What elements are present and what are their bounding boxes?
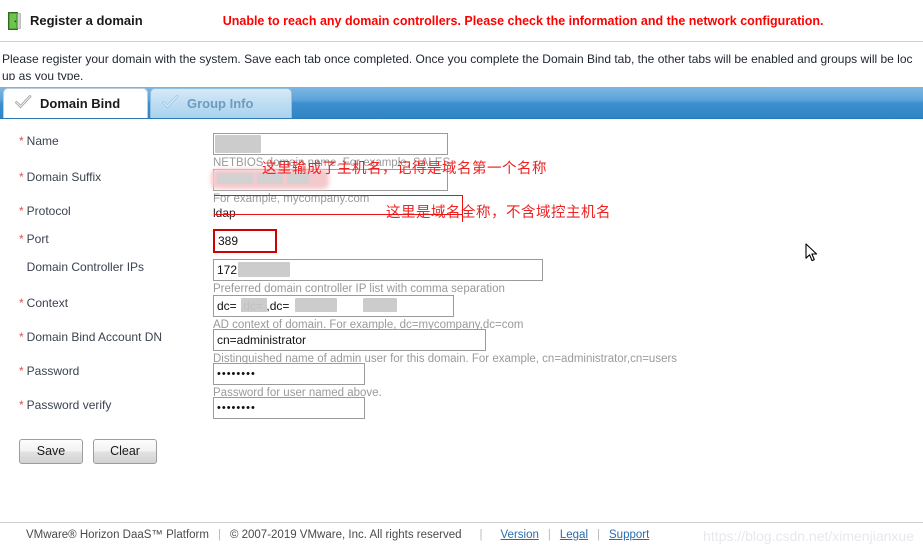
annotation-name-note: 这里输成了主机名，记得是域名第一个名称 xyxy=(262,161,547,177)
bind-account-dn-label: * Domain Bind Account DN xyxy=(0,329,213,345)
required-marker: * xyxy=(19,330,24,344)
context-redaction-2 xyxy=(295,298,337,312)
footer-link-version[interactable]: Version xyxy=(501,529,539,541)
domain-suffix-block-1 xyxy=(217,173,253,184)
required-marker: * xyxy=(19,398,24,412)
annotation-domain-suffix-note: 这里是域名全称，不含域控主机名 xyxy=(386,205,611,221)
annotation-line-right xyxy=(462,195,463,222)
intro-line-2: up as you type. xyxy=(2,69,84,80)
port-label-text: Port xyxy=(26,232,49,246)
footer-link-legal[interactable]: Legal xyxy=(560,529,588,541)
name-label: * Name xyxy=(0,133,213,149)
name-value-redaction xyxy=(215,135,261,153)
footer-separator: | xyxy=(597,529,601,541)
footer-separator: | xyxy=(217,529,221,541)
bind-account-dn-input[interactable]: cn=administrator xyxy=(213,329,486,351)
required-marker: * xyxy=(19,170,24,184)
domain-suffix-label-text: Domain Suffix xyxy=(26,170,102,184)
footer-separator: | xyxy=(547,529,551,541)
footer-copyright: © 2007-2019 VMware, Inc. All rights rese… xyxy=(229,529,462,541)
footer-product: VMware® Horizon DaaS™ Platform xyxy=(26,529,209,541)
protocol-value: ldap xyxy=(213,206,236,220)
form-row-password-verify: * Password verify •••••••• xyxy=(0,397,923,425)
intro-line-1: Please register your domain with the sys… xyxy=(2,52,913,66)
tab-domain-bind[interactable]: Domain Bind xyxy=(3,88,148,118)
form-row-password: * Password •••••••• Password for user nam… xyxy=(0,363,923,399)
port-label: * Port xyxy=(0,229,213,249)
annotation-line-top xyxy=(214,195,463,196)
required-marker: * xyxy=(19,296,24,310)
tab-group-info-label: Group Info xyxy=(187,96,254,111)
name-label-text: Name xyxy=(26,134,59,148)
domain-controller-ips-redaction xyxy=(238,262,290,277)
clear-button[interactable]: Clear xyxy=(93,439,157,464)
form-row-domain-controller-ips: *Domain Controller IPs 172 Preferred dom… xyxy=(0,259,923,295)
check-icon xyxy=(162,95,179,112)
protocol-label-text: Protocol xyxy=(26,204,71,218)
form-actions: Save Clear xyxy=(0,425,923,464)
context-label: * Context xyxy=(0,295,213,311)
tab-strip: Domain Bind Group Info xyxy=(0,87,923,119)
context-redaction-1 xyxy=(241,298,267,312)
protocol-label: * Protocol xyxy=(0,203,213,219)
error-message: Unable to reach any domain controllers. … xyxy=(222,13,824,28)
green-door-icon xyxy=(8,11,21,30)
annotation-line-bottom xyxy=(214,214,463,215)
password-label: * Password xyxy=(0,363,213,379)
password-input[interactable]: •••••••• xyxy=(213,363,365,385)
password-verify-label: * Password verify xyxy=(0,397,213,413)
page-header: Register a domain Unable to reach any do… xyxy=(0,0,923,42)
context-redaction-3 xyxy=(363,298,397,312)
password-label-text: Password xyxy=(26,364,80,378)
bind-account-dn-label-text: Domain Bind Account DN xyxy=(26,330,163,344)
password-verify-input[interactable]: •••••••• xyxy=(213,397,365,419)
form-row-port: * Port 389 xyxy=(0,229,923,259)
domain-suffix-label: * Domain Suffix xyxy=(0,169,213,185)
check-icon xyxy=(15,95,32,112)
context-label-text: Context xyxy=(26,296,69,310)
form-row-context: *Context dc= ,dc= ,dc= AD context of dom… xyxy=(0,295,923,331)
required-marker: * xyxy=(19,232,24,246)
required-marker: * xyxy=(19,134,24,148)
footer-link-support[interactable]: Support xyxy=(609,529,649,541)
page-title: Register a domain xyxy=(30,13,143,28)
domain-controller-ips-hint: Preferred domain controller IP list with… xyxy=(213,283,505,295)
tab-domain-bind-label: Domain Bind xyxy=(40,96,121,111)
tab-group-info[interactable]: Group Info xyxy=(150,88,292,118)
required-marker: * xyxy=(19,364,24,378)
save-button[interactable]: Save xyxy=(19,439,83,464)
domain-controller-ips-label-text: Domain Controller IPs xyxy=(26,260,145,274)
footer-separator: | xyxy=(479,529,483,541)
domain-controller-ips-label: *Domain Controller IPs xyxy=(0,259,213,275)
password-verify-label-text: Password verify xyxy=(26,398,112,412)
form-row-bind-account-dn: * Domain Bind Account DN cn=administrator… xyxy=(0,329,923,365)
port-input[interactable]: 389 xyxy=(213,229,277,253)
required-marker: * xyxy=(19,204,24,218)
page-footer: VMware® Horizon DaaS™ Platform | © 2007-… xyxy=(0,522,923,547)
intro-text: Please register your domain with the sys… xyxy=(0,42,923,80)
